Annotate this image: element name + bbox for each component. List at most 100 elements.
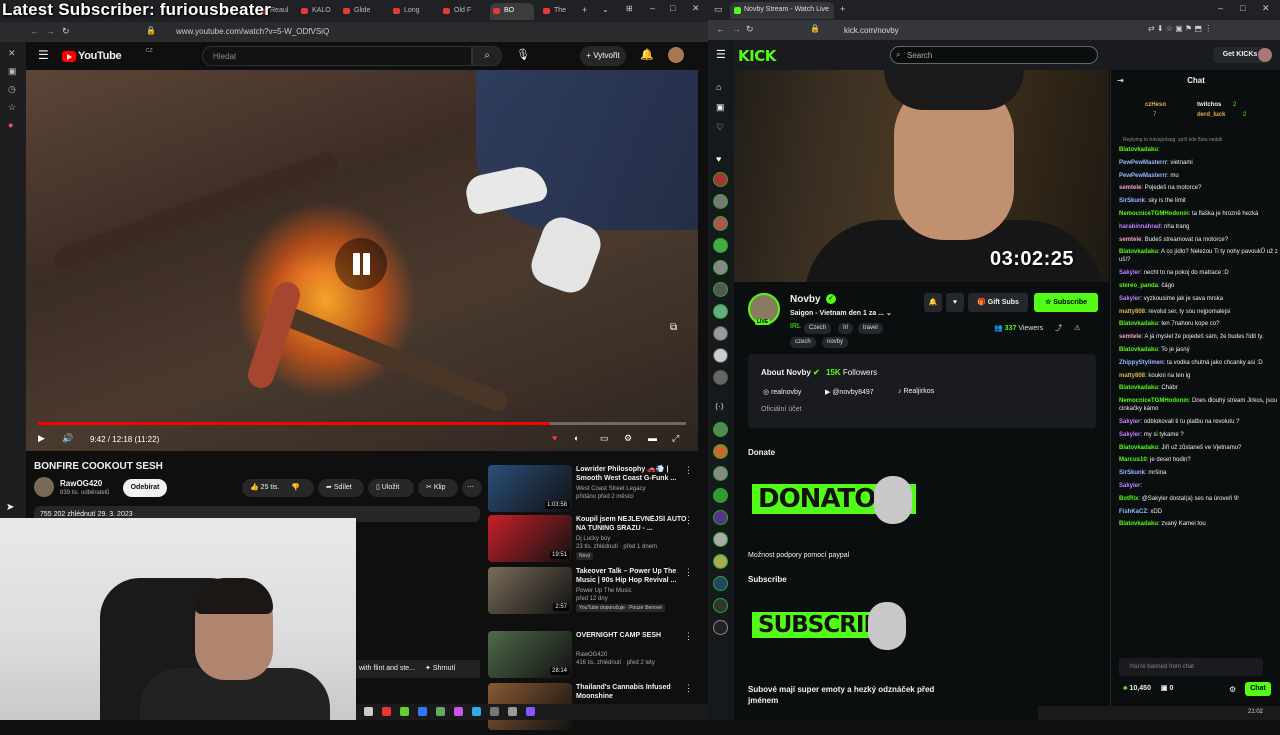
- video-thumbnail[interactable]: 28:14: [488, 631, 572, 678]
- autoplay-toggle[interactable]: ◐: [574, 433, 579, 443]
- tag[interactable]: czech: [790, 337, 816, 348]
- sidebar-icon[interactable]: ▣: [8, 66, 17, 77]
- recommended-channel-avatar[interactable]: [713, 466, 728, 481]
- followed-channel-avatar[interactable]: [713, 238, 728, 253]
- more-vertical-icon[interactable]: ⋮: [684, 631, 693, 642]
- chat-username[interactable]: Blatovkadaku: [1119, 249, 1158, 255]
- channel-avatar[interactable]: [34, 477, 54, 497]
- play-icon[interactable]: ▶: [38, 433, 45, 444]
- reload-icon[interactable]: ↻: [746, 24, 754, 35]
- category-link[interactable]: IRL: [790, 323, 801, 330]
- recommended-title[interactable]: Koupil jsem NEJLEVNĚJŠÍ AUTO NA TUNING S…: [576, 515, 688, 533]
- chat-username[interactable]: NemocniceTGMHodonin: [1119, 211, 1189, 217]
- recommended-channel-avatar[interactable]: [713, 488, 728, 503]
- subtitles-icon[interactable]: ▭: [600, 433, 609, 444]
- report-icon[interactable]: ⚠: [1074, 325, 1080, 332]
- chat-username[interactable]: harabinnahrad: [1119, 224, 1161, 230]
- taskbar-icon[interactable]: [526, 707, 535, 716]
- recommended-channel-avatar[interactable]: [713, 576, 728, 591]
- more-vertical-icon[interactable]: ⋮: [684, 683, 693, 694]
- close-icon[interactable]: ✕: [1262, 3, 1270, 14]
- streamer-name[interactable]: Novby: [790, 294, 821, 305]
- gifter-name[interactable]: czHeso: [1145, 102, 1166, 108]
- chat-input[interactable]: You're banned from chat: [1119, 658, 1263, 676]
- social-link[interactable]: ♪ Realjirkos: [898, 388, 934, 395]
- video-player[interactable]: ⧉ ▶ 🔊 9:42 / 12:18 (11:22) ♥ ◐ ▭ ⚙ ▬ ⤢: [26, 70, 698, 451]
- recommended-title[interactable]: OVERNIGHT CAMP SESH: [576, 631, 688, 640]
- reload-icon[interactable]: ↻: [62, 26, 70, 37]
- chat-username[interactable]: semtele: [1119, 185, 1141, 191]
- recommended-video[interactable]: 2:57 Takeover Talk – Power Up The Music |…: [488, 567, 698, 619]
- recommended-channel-avatar[interactable]: [713, 444, 728, 459]
- summarize-label[interactable]: Shrnutí: [433, 665, 456, 672]
- taskbar-icon[interactable]: [382, 707, 391, 716]
- settings-icon[interactable]: ⚙: [624, 433, 632, 444]
- fullscreen-icon[interactable]: ⤢: [672, 433, 679, 444]
- taskbar-icon[interactable]: [400, 707, 409, 716]
- save-button[interactable]: ▯ Uložit: [368, 479, 414, 497]
- subscribe-panel-image[interactable]: SUBSCRIBE: [748, 600, 918, 656]
- chat-username[interactable]: PewPewMasterrr: [1119, 160, 1167, 166]
- chat-username[interactable]: Blatovkadaku: [1119, 521, 1158, 527]
- home-icon[interactable]: ⌂: [716, 82, 721, 92]
- chat-username[interactable]: Blatovkadaku: [1119, 321, 1158, 327]
- clip-button[interactable]: ✂ Klip: [418, 479, 458, 497]
- tag[interactable]: travel: [858, 323, 883, 334]
- chat-username[interactable]: Marcus10: [1119, 457, 1147, 463]
- social-link[interactable]: ▶ @novby8497: [825, 388, 874, 396]
- sidebar-icon[interactable]: ●: [8, 120, 13, 130]
- gifter-name[interactable]: derd_luck: [1197, 112, 1225, 118]
- pause-icon[interactable]: [335, 238, 387, 290]
- chat-username[interactable]: NemocniceTGMHodonin: [1119, 398, 1189, 404]
- followed-channel-avatar[interactable]: [713, 172, 728, 187]
- recommended-title[interactable]: Thailand's Cannabis Infused Moonshine: [576, 683, 688, 701]
- recommended-video[interactable]: 19:51 Koupil jsem NEJLEVNĚJŠÍ AUTO NA TUN…: [488, 515, 698, 567]
- sidebar-icon[interactable]: ◷: [8, 84, 16, 95]
- taskbar-icon[interactable]: [472, 707, 481, 716]
- gifter-name[interactable]: twitchos: [1197, 102, 1221, 108]
- like-button[interactable]: 👍 25 tis. 👎: [242, 479, 314, 497]
- url-text[interactable]: kick.com/novby: [844, 26, 899, 35]
- subscribe-button[interactable]: ☆ Subscribe: [1034, 293, 1098, 312]
- avatar[interactable]: [1258, 48, 1272, 62]
- chat-username[interactable]: Sakyler: [1119, 419, 1140, 425]
- share-button[interactable]: ➦ Sdílet: [318, 479, 364, 497]
- tab[interactable]: Glide: [340, 3, 378, 20]
- channel-points[interactable]: ♣ 10,450 ▣ 0: [1123, 684, 1173, 692]
- tab[interactable]: Long: [390, 3, 430, 20]
- tag[interactable]: novby: [822, 337, 849, 348]
- tag[interactable]: Irl: [838, 323, 853, 334]
- heart-icon[interactable]: ♥: [716, 154, 721, 164]
- bell-icon[interactable]: 🔔: [640, 48, 654, 61]
- followed-channel-avatar[interactable]: [713, 194, 728, 209]
- chat-username[interactable]: matty808: [1119, 373, 1145, 379]
- chat-username[interactable]: SirSkunk: [1119, 198, 1145, 204]
- theater-icon[interactable]: ▬: [648, 433, 657, 443]
- followed-channel-avatar[interactable]: [713, 370, 728, 385]
- tab-active[interactable]: BO: [490, 3, 534, 20]
- chat-username[interactable]: FishKaCZ: [1119, 509, 1147, 515]
- tag[interactable]: Czech: [804, 323, 832, 334]
- video-thumbnail[interactable]: 19:51: [488, 515, 572, 562]
- chat-username[interactable]: Sakyler: [1119, 296, 1140, 302]
- chevron-down-icon[interactable]: ⌄: [886, 310, 892, 317]
- chat-username[interactable]: BotRix: [1119, 496, 1138, 502]
- sidebar-icon[interactable]: ☆: [8, 102, 16, 113]
- recommended-channel-avatar[interactable]: [713, 510, 728, 525]
- followed-channel-avatar[interactable]: [713, 304, 728, 319]
- minimize-icon[interactable]: –: [1218, 3, 1223, 13]
- settings-icon[interactable]: ⚙: [1229, 685, 1236, 694]
- chevron-down-icon[interactable]: ⌄: [602, 5, 609, 14]
- youtube-logo[interactable]: YouTube CZ: [62, 48, 153, 63]
- url-text[interactable]: www.youtube.com/watch?v=5-W_ODfVSiQ: [176, 27, 329, 36]
- chat-username[interactable]: ZhippyStylimen: [1119, 360, 1164, 366]
- followed-channel-avatar[interactable]: [713, 260, 728, 275]
- tab-list-icon[interactable]: ▭: [714, 4, 723, 15]
- recommended-channel-avatar[interactable]: [713, 554, 728, 569]
- chat-username[interactable]: Sakyler: [1119, 483, 1140, 489]
- microphone-icon[interactable]: 🎙: [516, 48, 530, 61]
- recommended-title[interactable]: Lowrider Philosophy 🚗💨 | Smooth West Coa…: [576, 465, 688, 483]
- share-icon[interactable]: ⤴: [1055, 325, 1062, 332]
- chat-username[interactable]: Blatovkadaku: [1119, 445, 1158, 451]
- browse-icon[interactable]: ▣: [716, 102, 725, 113]
